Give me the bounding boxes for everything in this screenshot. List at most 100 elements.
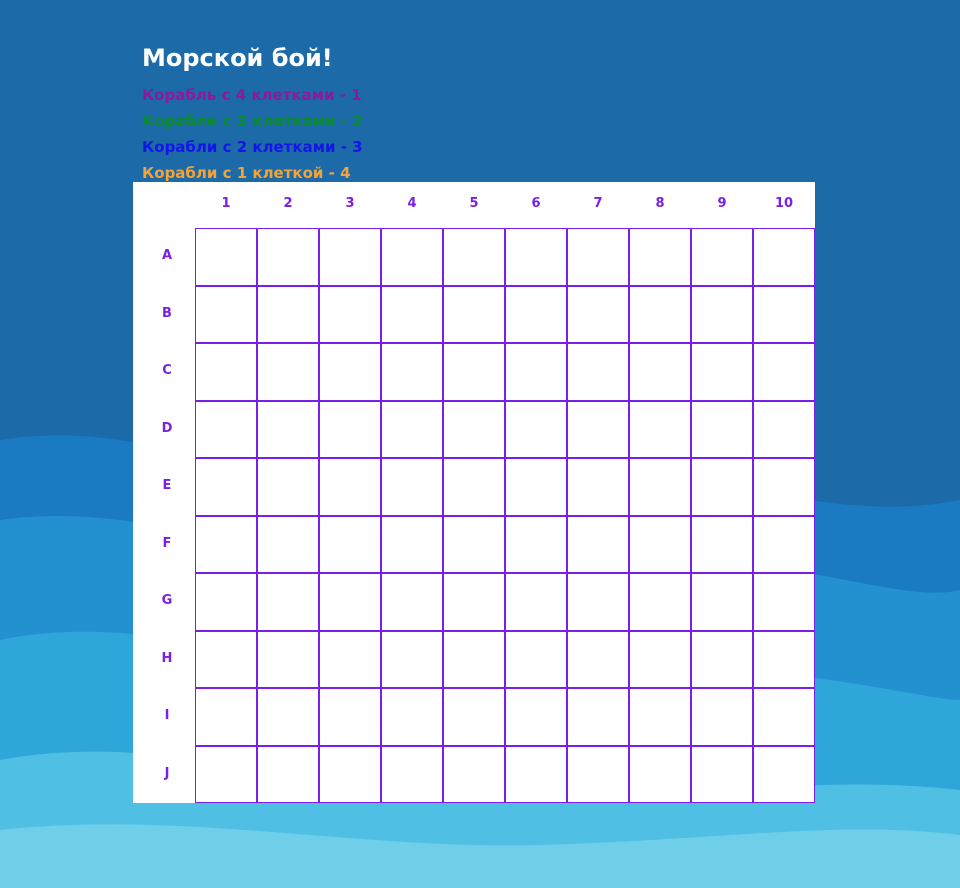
- grid-cell-f10[interactable]: [753, 515, 815, 573]
- grid-cell-a4[interactable]: [381, 228, 443, 286]
- grid-cell-i8[interactable]: [629, 688, 691, 746]
- grid-cell-b10[interactable]: [753, 285, 815, 343]
- grid-cell-a6[interactable]: [505, 228, 567, 286]
- grid-cell-e1[interactable]: [195, 458, 257, 516]
- grid-cell-h3[interactable]: [319, 630, 381, 688]
- grid-cell-e5[interactable]: [443, 458, 505, 516]
- grid-cell-a3[interactable]: [319, 228, 381, 286]
- grid-cell-i1[interactable]: [195, 688, 257, 746]
- grid-cell-g4[interactable]: [381, 573, 443, 631]
- grid-cell-j7[interactable]: [567, 745, 629, 803]
- grid-cell-h8[interactable]: [629, 630, 691, 688]
- grid-cell-a1[interactable]: [195, 228, 257, 286]
- grid-cell-h1[interactable]: [195, 630, 257, 688]
- grid-cell-b3[interactable]: [319, 285, 381, 343]
- grid-cell-h10[interactable]: [753, 630, 815, 688]
- grid-cell-e3[interactable]: [319, 458, 381, 516]
- grid-cell-i5[interactable]: [443, 688, 505, 746]
- grid-cell-c1[interactable]: [195, 343, 257, 401]
- grid-cell-c9[interactable]: [691, 343, 753, 401]
- grid-cell-g2[interactable]: [257, 573, 319, 631]
- grid-cell-c2[interactable]: [257, 343, 319, 401]
- grid-cell-d8[interactable]: [629, 400, 691, 458]
- grid-cell-j4[interactable]: [381, 745, 443, 803]
- grid-cell-g6[interactable]: [505, 573, 567, 631]
- grid-cell-g9[interactable]: [691, 573, 753, 631]
- grid-cell-b2[interactable]: [257, 285, 319, 343]
- grid-cell-g3[interactable]: [319, 573, 381, 631]
- grid-cell-c10[interactable]: [753, 343, 815, 401]
- grid-cell-j9[interactable]: [691, 745, 753, 803]
- grid-cell-h9[interactable]: [691, 630, 753, 688]
- grid-cell-e2[interactable]: [257, 458, 319, 516]
- grid-cell-f2[interactable]: [257, 515, 319, 573]
- grid-cell-a9[interactable]: [691, 228, 753, 286]
- grid-cell-j2[interactable]: [257, 745, 319, 803]
- grid-cell-f5[interactable]: [443, 515, 505, 573]
- grid-cell-g8[interactable]: [629, 573, 691, 631]
- grid-cell-h7[interactable]: [567, 630, 629, 688]
- grid-cell-b9[interactable]: [691, 285, 753, 343]
- grid-cell-j6[interactable]: [505, 745, 567, 803]
- grid-cell-c7[interactable]: [567, 343, 629, 401]
- grid-cell-c3[interactable]: [319, 343, 381, 401]
- grid-cell-e9[interactable]: [691, 458, 753, 516]
- grid-cell-b8[interactable]: [629, 285, 691, 343]
- grid-cell-d6[interactable]: [505, 400, 567, 458]
- grid-cell-i9[interactable]: [691, 688, 753, 746]
- grid-cell-h4[interactable]: [381, 630, 443, 688]
- grid-cell-f8[interactable]: [629, 515, 691, 573]
- grid-cell-f3[interactable]: [319, 515, 381, 573]
- grid-cell-b7[interactable]: [567, 285, 629, 343]
- grid-cell-e6[interactable]: [505, 458, 567, 516]
- grid-cell-a5[interactable]: [443, 228, 505, 286]
- grid-cell-c8[interactable]: [629, 343, 691, 401]
- grid-cell-i2[interactable]: [257, 688, 319, 746]
- grid-cell-d5[interactable]: [443, 400, 505, 458]
- grid-cell-d3[interactable]: [319, 400, 381, 458]
- grid-cell-f7[interactable]: [567, 515, 629, 573]
- grid-cell-i6[interactable]: [505, 688, 567, 746]
- grid-cell-e7[interactable]: [567, 458, 629, 516]
- grid-cell-j10[interactable]: [753, 745, 815, 803]
- grid-cell-c4[interactable]: [381, 343, 443, 401]
- grid-cell-g1[interactable]: [195, 573, 257, 631]
- grid-cell-j5[interactable]: [443, 745, 505, 803]
- grid-cell-a7[interactable]: [567, 228, 629, 286]
- grid-cell-e4[interactable]: [381, 458, 443, 516]
- grid-cell-f6[interactable]: [505, 515, 567, 573]
- grid-cell-d7[interactable]: [567, 400, 629, 458]
- grid-cell-b4[interactable]: [381, 285, 443, 343]
- grid-cell-f9[interactable]: [691, 515, 753, 573]
- grid-cell-j1[interactable]: [195, 745, 257, 803]
- grid-cell-d10[interactable]: [753, 400, 815, 458]
- grid-cell-h5[interactable]: [443, 630, 505, 688]
- grid-cell-b1[interactable]: [195, 285, 257, 343]
- grid-cell-d2[interactable]: [257, 400, 319, 458]
- grid-cell-g10[interactable]: [753, 573, 815, 631]
- grid-cell-j8[interactable]: [629, 745, 691, 803]
- grid-cell-f4[interactable]: [381, 515, 443, 573]
- grid-cell-j3[interactable]: [319, 745, 381, 803]
- grid-cell-i10[interactable]: [753, 688, 815, 746]
- grid-cell-c6[interactable]: [505, 343, 567, 401]
- grid-cell-i3[interactable]: [319, 688, 381, 746]
- grid-cell-e8[interactable]: [629, 458, 691, 516]
- grid-cell-a10[interactable]: [753, 228, 815, 286]
- grid-cell-b6[interactable]: [505, 285, 567, 343]
- grid-cell-h2[interactable]: [257, 630, 319, 688]
- grid-cell-b5[interactable]: [443, 285, 505, 343]
- grid-cell-c5[interactable]: [443, 343, 505, 401]
- grid-cell-d4[interactable]: [381, 400, 443, 458]
- grid-cell-e10[interactable]: [753, 458, 815, 516]
- grid-cell-g5[interactable]: [443, 573, 505, 631]
- grid-cell-f1[interactable]: [195, 515, 257, 573]
- grid-cell-d1[interactable]: [195, 400, 257, 458]
- grid-cell-i4[interactable]: [381, 688, 443, 746]
- grid-cell-d9[interactable]: [691, 400, 753, 458]
- grid-cell-i7[interactable]: [567, 688, 629, 746]
- grid-cell-h6[interactable]: [505, 630, 567, 688]
- grid-cell-a2[interactable]: [257, 228, 319, 286]
- grid-cell-g7[interactable]: [567, 573, 629, 631]
- grid-cell-a8[interactable]: [629, 228, 691, 286]
